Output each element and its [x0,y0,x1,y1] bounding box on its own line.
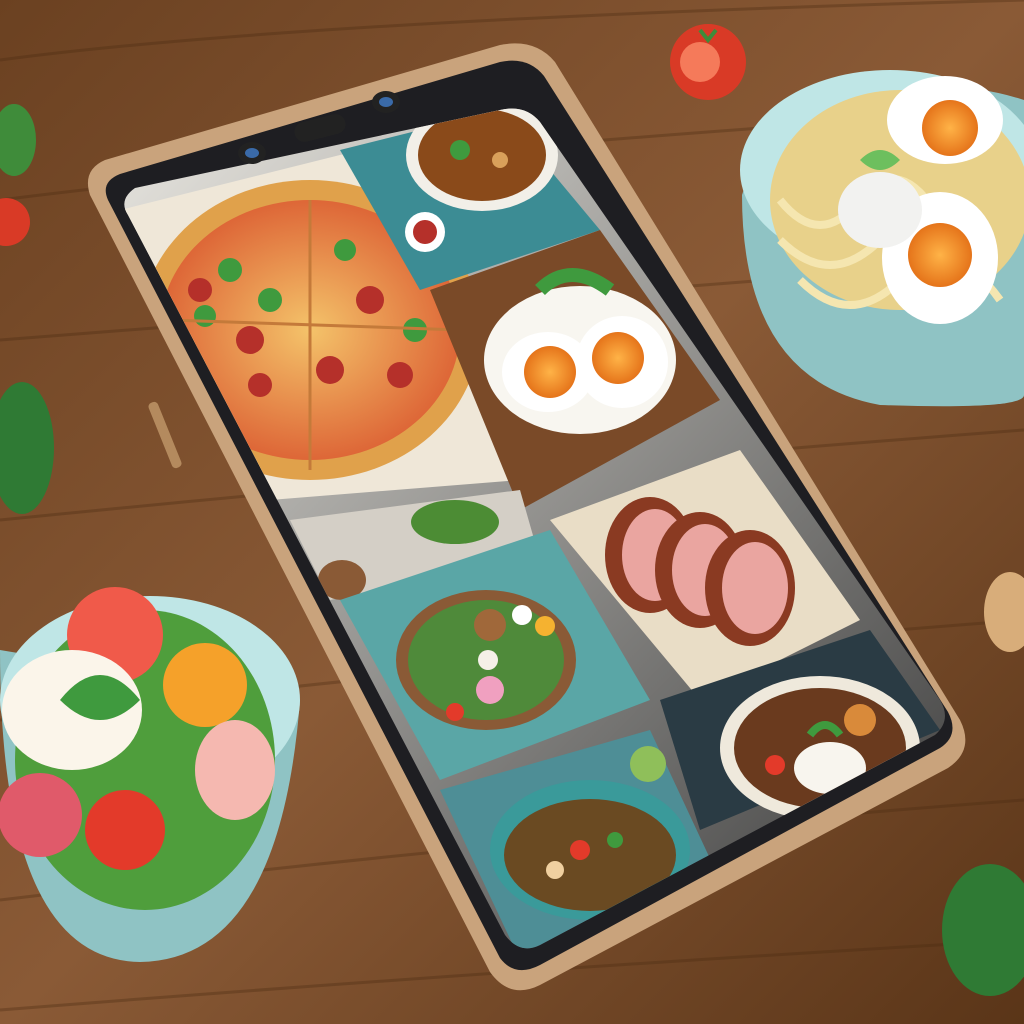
proximity-sensor [372,91,400,113]
tomato-icon [670,24,746,100]
food-app-scene [0,0,1024,1024]
front-camera [238,142,266,164]
